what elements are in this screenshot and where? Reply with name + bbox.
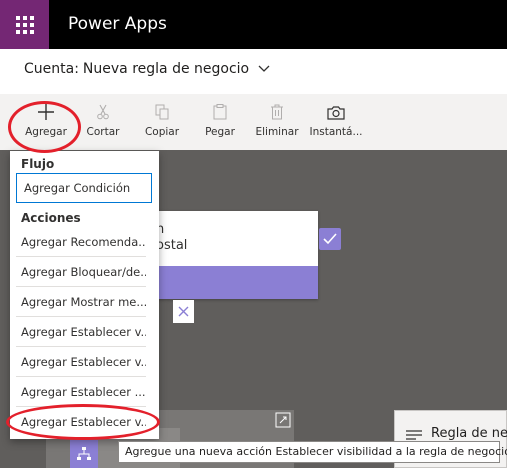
close-icon[interactable] [173, 300, 194, 323]
condition-card-footer [146, 266, 318, 299]
breadcrumb[interactable]: Cuenta: Nueva regla de negocio [24, 61, 271, 77]
hierarchy-icon [70, 440, 98, 468]
cut-label: Cortar [86, 126, 120, 138]
copy-label: Copiar [144, 126, 180, 138]
card-text-line2: ostal [156, 238, 188, 253]
menu-section-flow: Flujo [21, 157, 55, 171]
copy-button[interactable]: Copiar [143, 100, 181, 146]
breadcrumb-rule-name: Nueva regla de negocio [82, 61, 250, 77]
highlight-ellipse-visibility [6, 404, 160, 440]
checkmark-icon[interactable] [319, 228, 341, 250]
paste-label: Pegar [205, 126, 235, 138]
rule-panel-title: Regla de ne [431, 426, 507, 441]
tooltip: Agregue una nueva acción Establecer visi… [118, 441, 507, 463]
expand-icon[interactable] [275, 412, 291, 428]
menu-item-add-set-value[interactable]: Agregar Establecer v... [16, 317, 146, 347]
menu-item-add-lock-unlock[interactable]: Agregar Bloquear/de... [16, 257, 146, 287]
menu-item-add-condition[interactable]: Agregar Condición [16, 173, 152, 203]
highlight-ellipse-add [8, 101, 81, 153]
breadcrumb-entity: Cuenta: [24, 61, 79, 77]
delete-label: Eliminar [255, 126, 299, 138]
paste-button[interactable]: Pegar [203, 100, 237, 146]
menu-item-add-show-error[interactable]: Agregar Mostrar me... [16, 287, 146, 317]
delete-button[interactable]: Eliminar [255, 100, 299, 146]
snapshot-label: Instantá... [309, 126, 363, 138]
menu-item-add-recommendation[interactable]: Agregar Recomenda... [16, 227, 146, 257]
chevron-down-icon [258, 65, 270, 72]
menu-item-add-set-required[interactable]: Agregar Establecer ... [16, 377, 146, 407]
cut-button[interactable]: Cortar [85, 100, 121, 146]
camera-icon [327, 100, 345, 124]
scissors-icon [96, 100, 110, 124]
copy-icon [155, 100, 169, 124]
menu-item-add-set-default[interactable]: Agregar Establecer v... [16, 347, 146, 377]
app-launcher-icon[interactable] [0, 0, 49, 49]
menu-section-actions: Acciones [21, 211, 81, 225]
trash-icon [270, 100, 284, 124]
app-title: Power Apps [68, 14, 167, 34]
clipboard-icon [213, 100, 227, 124]
snapshot-button[interactable]: Instantá... [309, 100, 363, 146]
